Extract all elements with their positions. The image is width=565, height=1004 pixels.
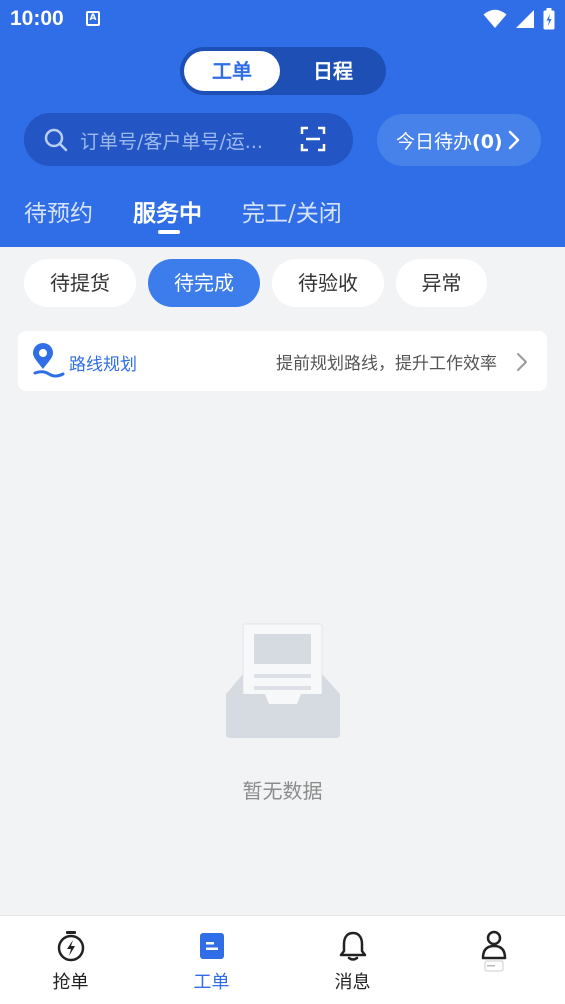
status-icons: [483, 8, 555, 30]
nav-label-messages: 消息: [334, 972, 371, 993]
route-planning-banner[interactable]: 路线规划 提前规划路线，提升工作效率: [18, 331, 547, 391]
search-input[interactable]: 订单号/客户单号/运...: [80, 127, 263, 154]
chip-pending-acceptance[interactable]: 待验收: [272, 259, 384, 307]
bottom-nav: 抢单 工单 消息: [0, 915, 565, 1004]
view-segment-control: 工单 日程: [180, 47, 386, 95]
nav-grab-order[interactable]: 抢单: [0, 916, 141, 1004]
empty-inbox-icon: [226, 623, 340, 738]
search-box[interactable]: 订单号/客户单号/运...: [24, 113, 353, 166]
todo-count: (0): [472, 131, 503, 153]
notification-a-icon: A: [86, 11, 100, 26]
route-description: 提前规划路线，提升工作效率: [276, 354, 497, 374]
tab-pending-appointment[interactable]: 待预约: [24, 194, 93, 228]
chevron-right-icon: [508, 130, 520, 150]
nav-messages[interactable]: 消息: [282, 916, 423, 1004]
tab-completed-closed[interactable]: 完工/关闭: [242, 194, 342, 228]
search-icon: [44, 128, 68, 152]
empty-state-text: 暂无数据: [242, 779, 323, 803]
segment-schedule[interactable]: 日程: [284, 51, 382, 91]
filter-chips: 待提货 待完成 待验收 异常: [0, 259, 565, 307]
status-time: 10:00: [10, 7, 64, 30]
nav-profile[interactable]: [423, 916, 564, 1004]
header: 10:00 A 工单 日程 订单号/客户单号/运... 今日待办(0) 待预约 …: [0, 0, 565, 247]
chip-exception[interactable]: 异常: [396, 259, 487, 307]
chip-pending-pickup[interactable]: 待提货: [24, 259, 136, 307]
nav-label-work-order: 工单: [193, 972, 230, 993]
status-bar: 10:00 A: [0, 0, 565, 38]
segment-work-order[interactable]: 工单: [184, 51, 280, 91]
bell-icon: [339, 931, 367, 961]
status-tabs: 待预约 服务中 完工/关闭: [0, 190, 565, 240]
route-pin-icon: [33, 343, 65, 378]
grab-order-icon: [57, 931, 85, 962]
chevron-right-icon: [517, 353, 527, 371]
today-todo-button[interactable]: 今日待办(0): [377, 114, 541, 166]
profile-icon: [481, 930, 507, 972]
tab-in-service[interactable]: 服务中: [133, 194, 202, 228]
work-order-icon: [200, 933, 224, 959]
nav-label-grab-order: 抢单: [52, 972, 89, 993]
tab-active-indicator: [158, 230, 180, 234]
chip-pending-completion[interactable]: 待完成: [148, 259, 260, 307]
signal-icon: [516, 10, 534, 28]
nav-work-order[interactable]: 工单: [141, 916, 282, 1004]
today-todo-label: 今日待办(0): [396, 127, 503, 154]
route-title: 路线规划: [69, 355, 137, 375]
battery-icon: [543, 8, 555, 30]
scan-icon[interactable]: [300, 126, 326, 152]
todo-text: 今日待办: [396, 131, 473, 153]
wifi-icon: [483, 9, 507, 28]
